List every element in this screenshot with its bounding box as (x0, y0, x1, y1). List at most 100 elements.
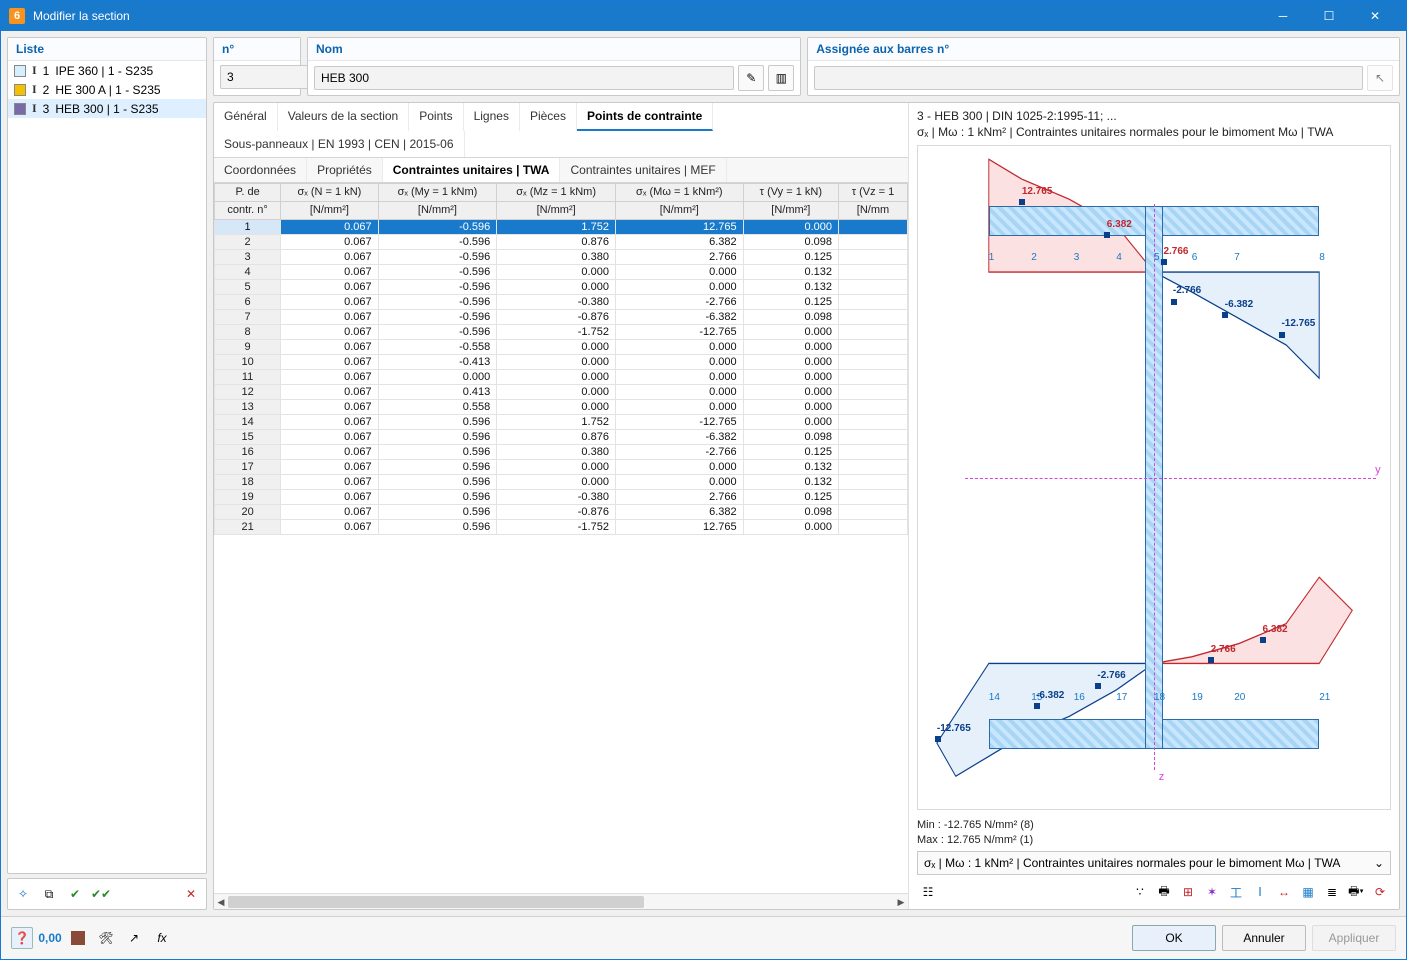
col-header[interactable]: τ (Vy = 1 kN) (743, 184, 838, 202)
cell[interactable] (839, 520, 908, 535)
cancel-button[interactable]: Annuler (1222, 925, 1306, 951)
col-header[interactable]: σₓ (Mz = 1 kNm) (497, 184, 616, 202)
point-list-button[interactable]: ≣ (1321, 881, 1343, 903)
cell[interactable] (839, 400, 908, 415)
cell[interactable]: -1.752 (497, 520, 616, 535)
cell[interactable] (839, 280, 908, 295)
cell[interactable]: 0.596 (378, 520, 497, 535)
stress-type-combo[interactable]: σₓ | Mω : 1 kNm² | Contraintes unitaires… (917, 851, 1391, 875)
cell[interactable] (839, 415, 908, 430)
subtab[interactable]: Contraintes unitaires | MEF (560, 158, 726, 182)
cell[interactable]: 0.098 (743, 430, 838, 445)
cell[interactable]: 0.067 (281, 400, 378, 415)
cell[interactable]: 0.000 (497, 355, 616, 370)
cell[interactable]: 0.000 (497, 340, 616, 355)
cell[interactable]: -6.382 (615, 310, 743, 325)
cell[interactable]: 0.067 (281, 280, 378, 295)
table-row[interactable]: 20.067-0.5960.8766.3820.098 (215, 235, 908, 250)
copy-section-button[interactable]: ⧉ (38, 883, 60, 905)
section-graphic[interactable]: y z 12345678141516171819202112.7656.3822… (917, 145, 1391, 810)
list-item[interactable]: I 1 IPE 360 | 1 - S235 (8, 61, 206, 80)
cell[interactable]: -0.596 (378, 220, 497, 235)
tab[interactable]: Lignes (464, 103, 520, 131)
model-button[interactable]: 🛠 (95, 927, 117, 949)
cell[interactable]: 0.000 (497, 265, 616, 280)
maximize-button[interactable]: ☐ (1306, 1, 1352, 31)
cell[interactable]: -0.558 (378, 340, 497, 355)
function-button[interactable]: fx (151, 927, 173, 949)
cell[interactable]: 0.098 (743, 310, 838, 325)
cell[interactable] (839, 235, 908, 250)
cell[interactable]: 0.067 (281, 460, 378, 475)
tab[interactable]: Pièces (520, 103, 577, 131)
cell[interactable]: 0.067 (281, 220, 378, 235)
cell[interactable]: 0.380 (497, 250, 616, 265)
cell[interactable]: 0.067 (281, 505, 378, 520)
cell[interactable]: 0.067 (281, 385, 378, 400)
cell[interactable]: 0.000 (615, 355, 743, 370)
cell[interactable]: -2.766 (615, 295, 743, 310)
cell[interactable]: 0.125 (743, 250, 838, 265)
table-row[interactable]: 140.0670.5961.752-12.7650.000 (215, 415, 908, 430)
cell[interactable]: 1.752 (497, 220, 616, 235)
table-row[interactable]: 50.067-0.5960.0000.0000.132 (215, 280, 908, 295)
subtab[interactable]: Coordonnées (214, 158, 307, 182)
section-name-input[interactable] (314, 66, 734, 90)
cell[interactable]: 0.132 (743, 265, 838, 280)
minimize-button[interactable]: ─ (1260, 1, 1306, 31)
cell[interactable] (839, 385, 908, 400)
stress-table[interactable]: P. deσₓ (N = 1 kN)σₓ (My = 1 kNm)σₓ (Mz … (214, 183, 908, 535)
library-button[interactable]: ▥ (768, 65, 794, 91)
cell[interactable]: 2.766 (615, 490, 743, 505)
cell[interactable]: 0.132 (743, 280, 838, 295)
cell[interactable]: 0.067 (281, 340, 378, 355)
cell[interactable] (839, 430, 908, 445)
dimensions-button[interactable]: ↔ (1273, 881, 1295, 903)
cell[interactable]: 0.000 (615, 460, 743, 475)
cell[interactable]: 0.000 (497, 385, 616, 400)
table-row[interactable]: 110.0670.0000.0000.0000.000 (215, 370, 908, 385)
print-graphic-button[interactable]: 🖶 (1153, 881, 1175, 903)
cell[interactable]: 0.067 (281, 415, 378, 430)
cell[interactable]: 0.000 (615, 370, 743, 385)
cell[interactable]: 0.000 (497, 400, 616, 415)
list-item[interactable]: I 3 HEB 300 | 1 - S235 (8, 99, 206, 118)
cell[interactable]: -12.765 (615, 325, 743, 340)
cell[interactable]: 0.000 (743, 400, 838, 415)
cell[interactable]: -0.596 (378, 265, 497, 280)
table-row[interactable]: 170.0670.5960.0000.0000.132 (215, 460, 908, 475)
cell[interactable]: -12.765 (615, 415, 743, 430)
table-row[interactable]: 130.0670.5580.0000.0000.000 (215, 400, 908, 415)
cell[interactable]: -0.380 (497, 490, 616, 505)
cell[interactable]: 0.098 (743, 235, 838, 250)
cell[interactable]: 0.000 (743, 370, 838, 385)
cell[interactable]: 12.765 (615, 220, 743, 235)
cell[interactable]: 12.765 (615, 520, 743, 535)
table-row[interactable]: 90.067-0.5580.0000.0000.000 (215, 340, 908, 355)
col-header[interactable]: σₓ (Mω = 1 kNm²) (615, 184, 743, 202)
scroll-right-icon[interactable]: ▶ (894, 894, 908, 910)
cell[interactable]: 0.596 (378, 475, 497, 490)
table-row[interactable]: 120.0670.4130.0000.0000.000 (215, 385, 908, 400)
cell[interactable]: 0.067 (281, 310, 378, 325)
cell[interactable]: 0.876 (497, 430, 616, 445)
help-button[interactable]: ❓ (11, 927, 33, 949)
graphic-settings-button[interactable]: ☷ (917, 881, 939, 903)
cell[interactable]: 0.413 (378, 385, 497, 400)
values-toggle-button[interactable]: ∵ (1129, 881, 1151, 903)
cell[interactable]: -0.596 (378, 295, 497, 310)
new-section-button[interactable]: ✧ (12, 883, 34, 905)
subtab[interactable]: Contraintes unitaires | TWA (383, 158, 561, 182)
cell[interactable]: -0.596 (378, 310, 497, 325)
cell[interactable]: -0.380 (497, 295, 616, 310)
check-all-button[interactable]: ✔✔ (90, 883, 112, 905)
reset-view-button[interactable]: ⟳ (1369, 881, 1391, 903)
cell[interactable]: 2.766 (615, 250, 743, 265)
pick-bars-button[interactable]: ↖ (1367, 65, 1393, 91)
cell[interactable]: 0.125 (743, 295, 838, 310)
cell[interactable]: 0.380 (497, 445, 616, 460)
table-row[interactable]: 80.067-0.596-1.752-12.7650.000 (215, 325, 908, 340)
close-button[interactable]: ✕ (1352, 1, 1398, 31)
cell[interactable]: 0.596 (378, 505, 497, 520)
table-row[interactable]: 200.0670.596-0.8766.3820.098 (215, 505, 908, 520)
